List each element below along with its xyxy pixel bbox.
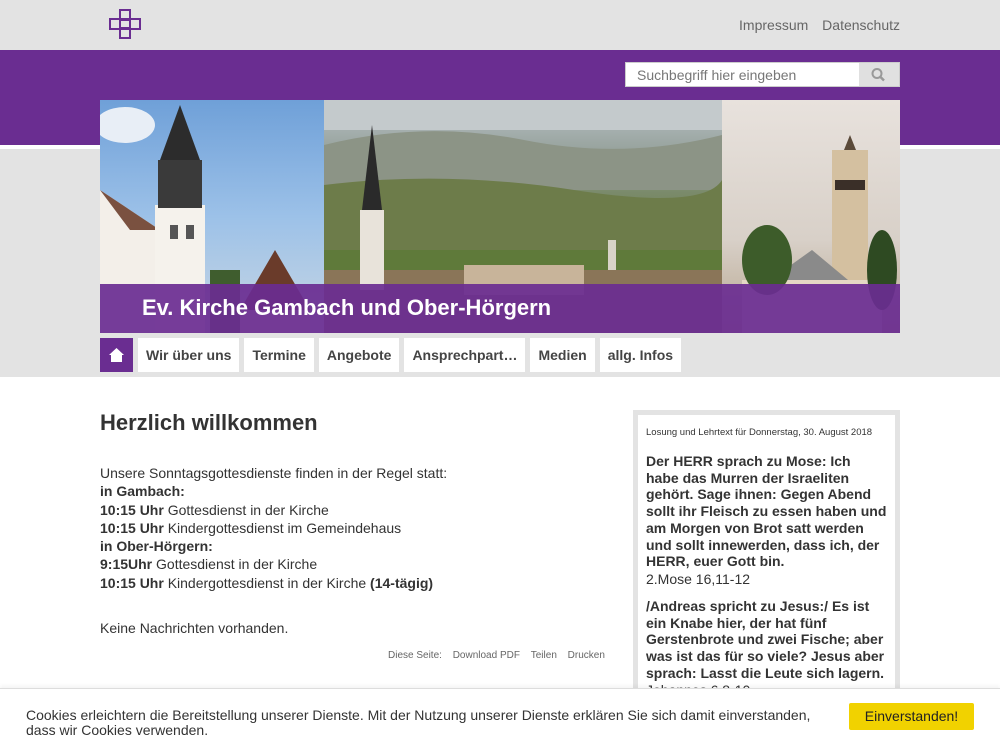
cookie-accept-button[interactable]: Einverstanden! bbox=[849, 703, 974, 730]
nav-item-ansprechpartner[interactable]: Ansprechpart… bbox=[404, 338, 526, 372]
news-empty-message: Keine Nachrichten vorhanden. bbox=[100, 620, 289, 637]
search-icon bbox=[871, 68, 885, 82]
print-link[interactable]: Drucken bbox=[568, 650, 605, 661]
main-navigation: Wir über uns Termine Angebote Ansprechpa… bbox=[100, 338, 686, 372]
nav-item-termine[interactable]: Termine bbox=[244, 338, 314, 372]
top-bar: Impressum Datenschutz bbox=[0, 0, 1000, 50]
nav-item-medien[interactable]: Medien bbox=[530, 338, 595, 372]
service-time: 10:15 Uhr Kindergottesdienst in der Kirc… bbox=[100, 574, 434, 591]
home-icon bbox=[109, 348, 124, 362]
cookie-banner: Cookies erleichtern die Bereitstellung u… bbox=[0, 688, 1000, 750]
losung-box: Losung und Lehrtext für Donnerstag, 30. … bbox=[633, 410, 900, 710]
losung-reference: 2.Mose 16,11-12 bbox=[646, 570, 751, 587]
service-time: 9:15Uhr Gottesdienst in der Kirche bbox=[100, 556, 318, 573]
losung-header: Losung und Lehrtext für Donnerstag, 30. … bbox=[646, 427, 873, 438]
main-content: Herzlich willkommen Unsere Sonntagsgotte… bbox=[100, 410, 605, 661]
cookie-message: Cookies erleichtern die Bereitstellung u… bbox=[26, 707, 811, 738]
download-pdf-link[interactable]: Download PDF bbox=[453, 650, 520, 661]
page-actions: Diese Seite: Download PDF Teilen Drucken bbox=[380, 650, 605, 661]
location-label-ober-hoergern: in Ober-Hörgern: bbox=[100, 538, 213, 555]
church-logo-icon[interactable] bbox=[108, 8, 142, 40]
site-title[interactable]: Ev. Kirche Gambach und Ober-Hörgern bbox=[100, 284, 900, 333]
location-label-gambach: in Gambach: bbox=[100, 483, 185, 500]
nav-item-allg-infos[interactable]: allg. Infos bbox=[599, 338, 682, 372]
search-input[interactable] bbox=[626, 63, 859, 86]
losung-text: Der HERR sprach zu Mose: Ich habe das Mu… bbox=[646, 453, 887, 570]
nav-item-angebote[interactable]: Angebote bbox=[318, 338, 400, 372]
search-box bbox=[625, 62, 900, 87]
search-button[interactable] bbox=[859, 63, 899, 86]
service-time: 10:15 Uhr Kindergottesdienst im Gemeinde… bbox=[100, 519, 402, 536]
share-link[interactable]: Teilen bbox=[531, 650, 557, 661]
impressum-link[interactable]: Impressum bbox=[739, 17, 808, 33]
intro-text: Unsere Sonntagsgottesdienste finden in d… bbox=[100, 465, 448, 481]
page-actions-label: Diese Seite: bbox=[388, 650, 442, 661]
service-time: 10:15 Uhr Gottesdienst in der Kirche bbox=[100, 501, 329, 518]
nav-item-wir-ueber-uns[interactable]: Wir über uns bbox=[138, 338, 240, 372]
datenschutz-link[interactable]: Datenschutz bbox=[822, 17, 900, 33]
top-links: Impressum Datenschutz bbox=[729, 17, 900, 33]
lehrtext-text: /Andreas spricht zu Jesus:/ Es ist ein K… bbox=[646, 597, 885, 681]
nav-home-button[interactable] bbox=[100, 338, 133, 372]
page-title: Herzlich willkommen bbox=[100, 410, 318, 435]
